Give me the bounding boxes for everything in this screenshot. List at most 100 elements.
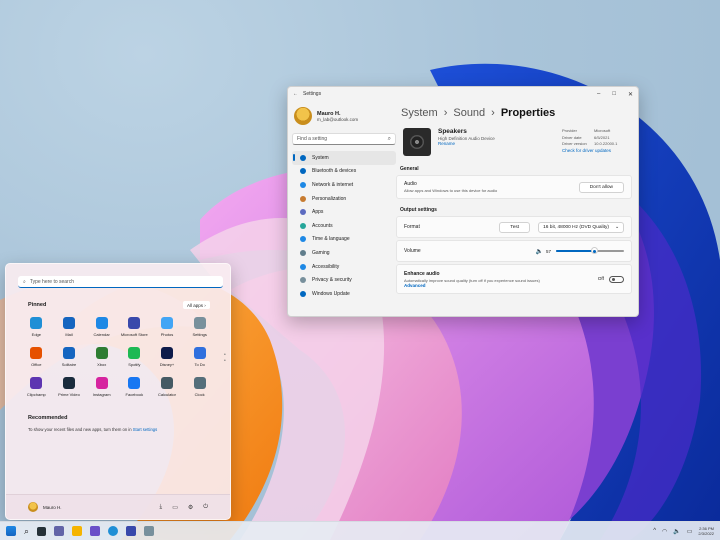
sidebar-item-personalization[interactable]: Personalization: [292, 192, 396, 206]
audio-description: Allow apps and Windows to use this devic…: [404, 188, 498, 193]
driver-update-link[interactable]: Check for driver updates: [562, 148, 624, 153]
minimize-icon[interactable]: –: [597, 91, 600, 98]
volume-slider[interactable]: [556, 247, 624, 254]
edge-icon[interactable]: [108, 526, 119, 536]
sidebar-item-accounts[interactable]: Accounts: [292, 219, 396, 233]
pinned-app-solitaire[interactable]: Solitaire: [53, 347, 86, 367]
enhance-description: Automatically improve sound quality (tur…: [404, 277, 540, 283]
sidebar-item-privacy-security[interactable]: Privacy & security: [292, 273, 396, 287]
pinned-app-xbox[interactable]: Xbox: [85, 347, 118, 367]
pinned-app-photos[interactable]: Photos: [151, 317, 184, 337]
bluetooth-icon: [300, 168, 306, 175]
sidebar-item-bluetooth-devices[interactable]: Bluetooth & devices: [292, 165, 396, 179]
device-name: Speakers: [438, 128, 467, 135]
gear-icon[interactable]: ⚙: [188, 504, 193, 511]
format-dropdown[interactable]: 16 bit, 48000 Hz (DVD Quality) ⌄: [538, 221, 624, 233]
shield-icon: [300, 277, 306, 284]
pinned-app-clock[interactable]: Clock: [183, 377, 216, 397]
start-search-input[interactable]: ⌕ Type here to search: [18, 276, 223, 288]
close-icon[interactable]: ✕: [628, 91, 633, 98]
enhance-title: Enhance audio: [404, 270, 440, 277]
avatar[interactable]: [28, 502, 38, 512]
pinned-app-office[interactable]: Office: [20, 347, 53, 367]
solitaire-icon: [62, 347, 75, 359]
sidebar-item-apps[interactable]: Apps: [292, 205, 396, 219]
rename-link[interactable]: Rename: [438, 141, 495, 146]
file-explorer-icon[interactable]: [72, 526, 83, 536]
pinned-app-calendar[interactable]: Calendar: [85, 317, 118, 337]
pinned-app-spotify[interactable]: Spotify: [118, 347, 151, 367]
speaker-volume-icon[interactable]: 🔈: [536, 248, 543, 255]
pinned-app-disney-[interactable]: Disney+: [151, 347, 184, 367]
chat-icon[interactable]: [54, 526, 65, 536]
photos-icon: [160, 317, 173, 329]
pinned-app-facebook[interactable]: Facebook: [118, 377, 151, 397]
pinned-app-microsoft-store[interactable]: Microsoft Store: [118, 317, 151, 337]
pinned-app-edge[interactable]: Edge: [20, 317, 53, 337]
format-value: 16 bit, 48000 Hz (DVD Quality): [543, 224, 609, 230]
sidebar-item-label: Personalization: [312, 195, 347, 202]
pinned-app-settings[interactable]: Settings: [183, 317, 216, 337]
chevron-up-icon[interactable]: ^: [653, 528, 656, 534]
sidebar-item-gaming[interactable]: Gaming: [292, 246, 396, 260]
office-icon: [30, 347, 43, 359]
breadcrumb-system[interactable]: System: [401, 107, 438, 119]
download-icon[interactable]: ⤓: [160, 504, 163, 511]
sidebar-item-system[interactable]: System: [292, 151, 396, 165]
pinned-app-instagram[interactable]: Instagram: [85, 377, 118, 397]
pinned-app-clipchamp[interactable]: Clipchamp: [20, 377, 53, 397]
calendar-icon: [95, 317, 108, 329]
page-dots[interactable]: • •: [224, 352, 226, 364]
folder-icon[interactable]: ▭: [172, 504, 178, 511]
search-icon[interactable]: ⌕: [24, 526, 29, 537]
sidebar-item-time-language[interactable]: Time & language: [292, 233, 396, 247]
user-profile[interactable]: Mauro H. m_lab@outlook.com: [294, 107, 394, 125]
sidebar-item-label: Network & internet: [312, 181, 354, 188]
app-label: Clipchamp: [26, 392, 46, 397]
device-header: Speakers High Definition Audio Device Re…: [403, 128, 632, 160]
app-label: Instagram: [92, 392, 111, 397]
wifi-icon[interactable]: ◠: [662, 528, 667, 535]
clock[interactable]: 2:36 PM 2/3/2022: [698, 526, 714, 536]
clock-icon: [193, 377, 206, 389]
settings-icon[interactable]: [144, 526, 155, 536]
app-label: Office: [31, 362, 42, 367]
start-user-name[interactable]: Mauro H.: [43, 505, 62, 510]
volume-label: Volume: [404, 248, 421, 254]
driver-info-value: 6/5/2021: [594, 134, 610, 140]
all-apps-button[interactable]: All apps ›: [183, 301, 210, 309]
start-settings-link[interactable]: Start settings: [133, 427, 157, 432]
sidebar-item-windows-update[interactable]: Windows Update: [292, 287, 396, 301]
driver-info-key: Provider: [562, 128, 577, 133]
widgets-icon[interactable]: [90, 526, 101, 536]
sidebar-item-network-internet[interactable]: Network & internet: [292, 178, 396, 192]
task-view-icon[interactable]: [37, 526, 47, 536]
pinned-app-calculator[interactable]: Calculator: [151, 377, 184, 397]
maximize-icon[interactable]: □: [612, 91, 616, 98]
sidebar-item-accessibility[interactable]: Accessibility: [292, 260, 396, 274]
back-arrow-icon[interactable]: ←: [293, 91, 298, 97]
pinned-app-mail[interactable]: Mail: [53, 317, 86, 337]
start-button-icon[interactable]: [6, 526, 16, 536]
pinned-app-prime-video[interactable]: Prime Video: [53, 377, 86, 397]
find-setting-input[interactable]: Find a setting ⌕: [292, 133, 396, 145]
breadcrumb-sound[interactable]: Sound: [453, 107, 485, 119]
volume-icon[interactable]: 🔈: [673, 528, 680, 535]
settings-content: System › Sound › Properties Speakers Hig…: [396, 101, 632, 316]
gamepad-icon: [300, 249, 306, 256]
search-icon: ⌕: [23, 278, 26, 285]
volume-slider-thumb[interactable]: [590, 247, 598, 254]
dont-allow-button[interactable]: Don't allow: [578, 181, 624, 193]
page-title: Properties: [500, 107, 556, 119]
person-icon: [300, 222, 306, 229]
all-apps-label: All apps: [187, 302, 204, 308]
volume-value: 57: [545, 248, 551, 254]
battery-icon[interactable]: ▭: [687, 528, 693, 535]
pinned-app-to-do[interactable]: To Do: [183, 347, 216, 367]
store-icon[interactable]: [126, 526, 137, 536]
advanced-link[interactable]: Advanced: [404, 283, 540, 288]
settings-sidebar: Mauro H. m_lab@outlook.com Find a settin…: [288, 101, 400, 316]
power-icon[interactable]: ⏻: [203, 504, 208, 511]
test-button[interactable]: Test: [499, 221, 531, 233]
enhance-audio-toggle[interactable]: [609, 275, 624, 283]
